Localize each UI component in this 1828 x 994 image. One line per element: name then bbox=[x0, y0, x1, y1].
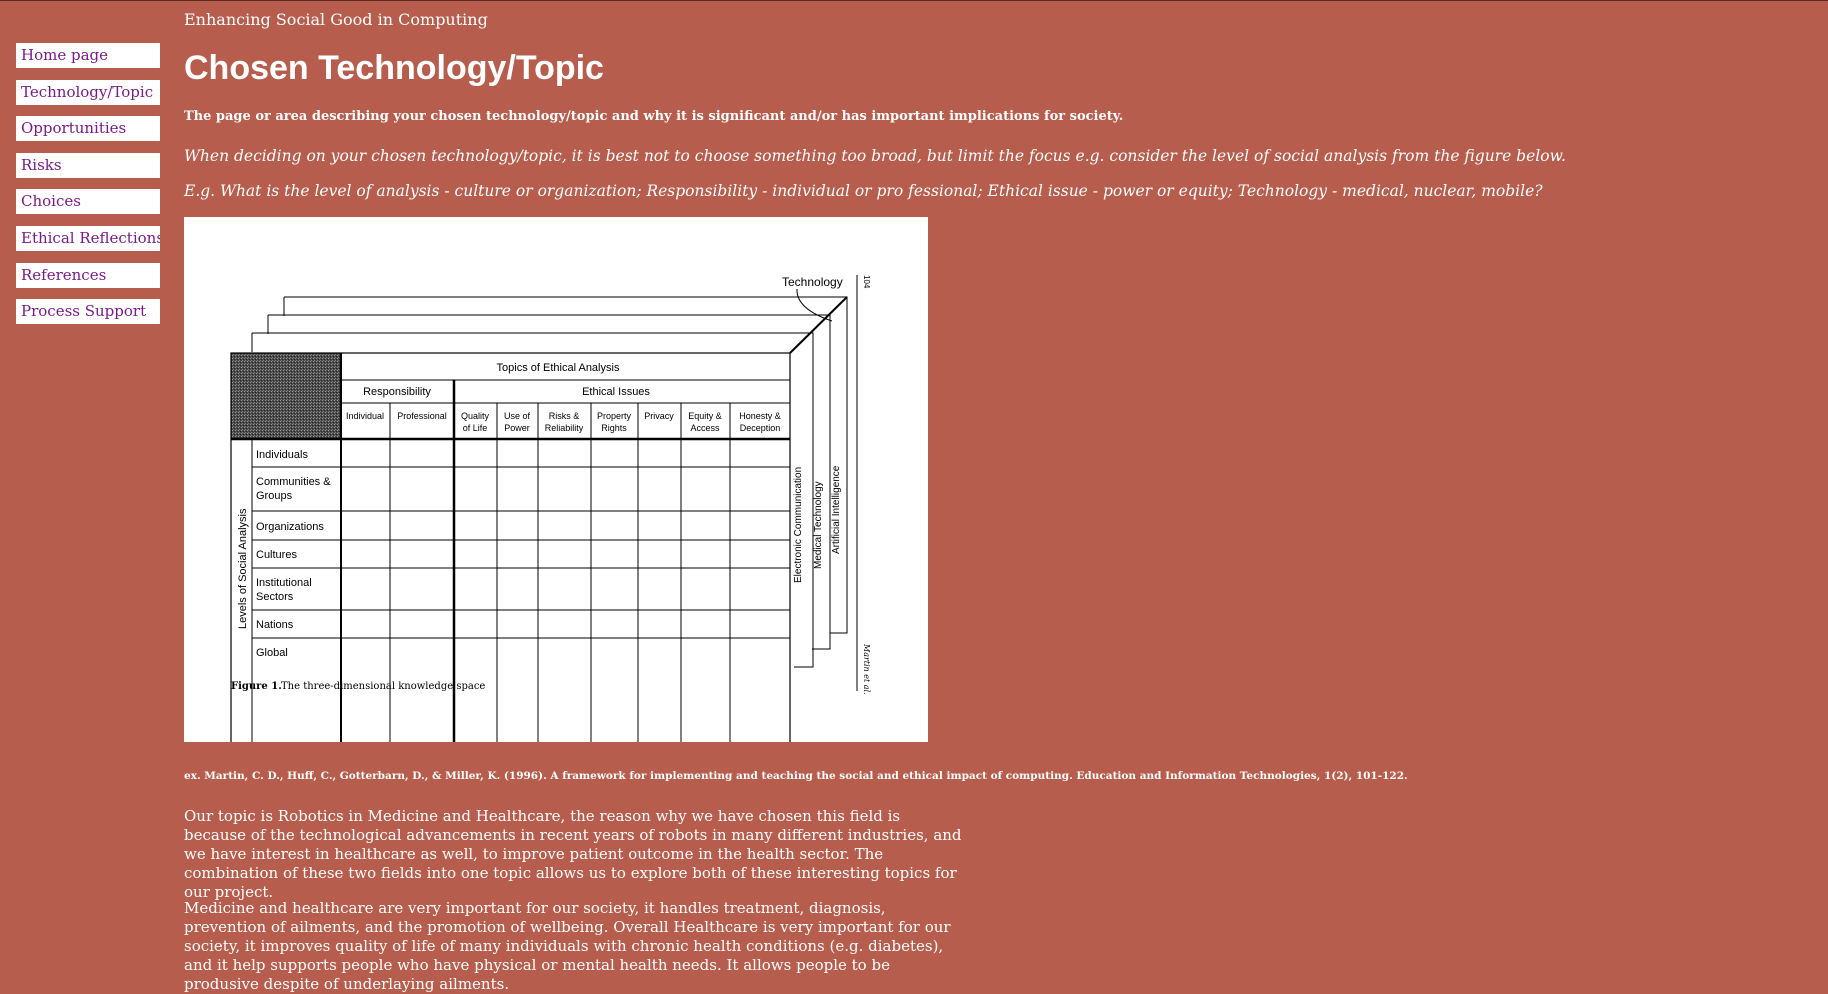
col-honesty-2: Deception bbox=[740, 423, 781, 433]
row-institutional-1: Institutional bbox=[256, 577, 312, 589]
col-risks-2: Reliability bbox=[545, 423, 584, 433]
figure-caption-text: The three-dimensional knowledge space bbox=[281, 681, 485, 692]
tech-electronic-communication: Electronic Communication bbox=[793, 467, 804, 583]
col-equity-1: Equity & bbox=[688, 411, 722, 421]
significance-paragraph: Medicine and healthcare are very importa… bbox=[184, 899, 951, 993]
col-power-1: Use of bbox=[504, 411, 531, 421]
nav-item-home-page[interactable]: Home page bbox=[16, 43, 160, 68]
col-property-1: Property bbox=[597, 411, 632, 421]
sidebar-nav: Home page Technology/Topic Opportunities… bbox=[16, 43, 160, 336]
figure-diagram: Technology 104 Martin et al. Topics of E… bbox=[230, 275, 871, 742]
tech-artificial-intelligence: Artificial Intelligence bbox=[831, 465, 842, 554]
col-honesty-1: Honesty & bbox=[739, 411, 781, 421]
nav-item-process-support[interactable]: Process Support bbox=[16, 299, 160, 325]
technology-label: Technology bbox=[782, 275, 843, 289]
row-individuals: Individuals bbox=[256, 449, 308, 461]
knowledge-space-figure: Technology 104 Martin et al. Topics of E… bbox=[184, 217, 928, 742]
guidance-example: E.g. What is the level of analysis - cul… bbox=[184, 182, 1543, 200]
nav-item-references[interactable]: References bbox=[16, 262, 160, 288]
col-risks-1: Risks & bbox=[549, 411, 580, 421]
nav-item-technology-topic[interactable]: Technology/Topic bbox=[16, 79, 160, 105]
row-communities-1: Communities & bbox=[256, 476, 331, 488]
nav-item-ethical-reflections[interactable]: Ethical Reflections bbox=[16, 225, 160, 251]
row-nations: Nations bbox=[256, 619, 294, 631]
row-axis-label: Levels of Social Analysis bbox=[237, 508, 249, 629]
col-quality-1: Quality bbox=[461, 411, 490, 421]
col-quality-2: of Life bbox=[463, 423, 488, 433]
row-communities-2: Groups bbox=[256, 490, 293, 502]
guidance-note: When deciding on your chosen technology/… bbox=[184, 147, 1566, 165]
figure-citation: ex. Martin, C. D., Huff, C., Gotterbarn,… bbox=[184, 770, 1408, 782]
nav-item-choices[interactable]: Choices bbox=[16, 189, 160, 215]
col-property-2: Rights bbox=[601, 423, 627, 433]
col-individual: Individual bbox=[346, 411, 384, 421]
col-power-2: Power bbox=[504, 423, 530, 433]
header-responsibility: Responsibility bbox=[363, 386, 431, 398]
page-title: Chosen Technology/Topic bbox=[184, 49, 604, 87]
running-head: Martin et al. bbox=[862, 643, 871, 695]
col-privacy: Privacy bbox=[644, 411, 674, 421]
nav-item-opportunities[interactable]: Opportunities bbox=[16, 116, 160, 142]
header-topics: Topics of Ethical Analysis bbox=[497, 362, 620, 374]
row-global: Global bbox=[256, 647, 288, 659]
col-equity-2: Access bbox=[690, 423, 720, 433]
figure-caption-label: Figure 1. bbox=[231, 681, 282, 692]
row-organizations: Organizations bbox=[256, 521, 324, 533]
topic-paragraph: Our topic is Robotics in Medicine and He… bbox=[184, 807, 962, 901]
page-number: 104 bbox=[862, 275, 871, 289]
nav-item-risks[interactable]: Risks bbox=[16, 152, 160, 178]
row-institutional-2: Sectors bbox=[256, 591, 294, 603]
row-cultures: Cultures bbox=[256, 549, 297, 561]
header-ethical-issues: Ethical Issues bbox=[582, 386, 650, 398]
tech-medical-technology: Medical Technology bbox=[813, 481, 824, 569]
site-title: Enhancing Social Good in Computing bbox=[184, 10, 488, 29]
page-lead: The page or area describing your chosen … bbox=[184, 109, 1124, 124]
col-professional: Professional bbox=[397, 411, 447, 421]
